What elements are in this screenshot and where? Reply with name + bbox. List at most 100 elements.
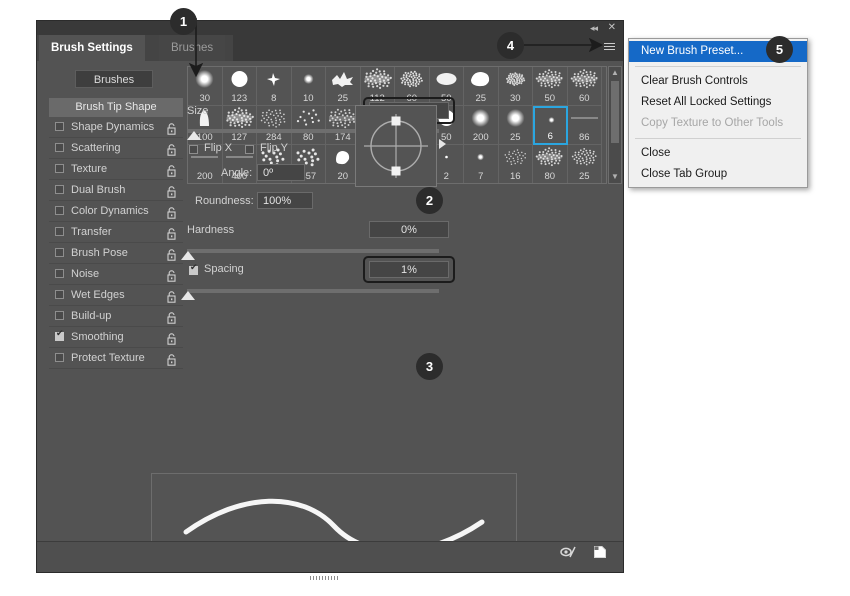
lock-open-icon[interactable] — [167, 331, 177, 345]
chevron-up-icon[interactable]: ▲ — [609, 67, 621, 79]
sidebar-item-brush-tip-shape[interactable]: Brush Tip Shape — [49, 98, 183, 117]
option-label: Smoothing — [71, 331, 124, 343]
brush-preset-cell[interactable]: 86 — [567, 106, 602, 145]
brush-thumbnail-dry-brush-icon — [533, 146, 567, 168]
flip-x-checkbox[interactable] — [189, 145, 198, 154]
menu-item-close-tab-group[interactable]: Close Tab Group — [629, 164, 807, 185]
double-chevron-left-icon[interactable]: ◂◂ — [590, 22, 598, 34]
option-checkbox[interactable] — [55, 269, 64, 278]
roundness-input[interactable]: 100% — [257, 192, 313, 209]
brush-preset-cell[interactable]: 60 — [567, 67, 602, 106]
brushes-button[interactable]: Brushes — [75, 70, 153, 88]
angle-roundness-control[interactable] — [355, 105, 437, 187]
sidebar-item-build-up[interactable]: Build-up — [49, 306, 183, 327]
lock-open-icon[interactable] — [167, 163, 177, 177]
option-checkbox[interactable] — [55, 164, 64, 173]
brush-preset-selected[interactable]: 6 — [533, 106, 568, 145]
option-checkbox[interactable] — [55, 311, 64, 320]
lock-open-icon[interactable] — [167, 121, 177, 135]
lock-open-icon[interactable] — [167, 184, 177, 198]
brush-preset-cell[interactable]: 25 — [498, 106, 533, 145]
callout-badge-1: 1 — [170, 8, 197, 35]
menu-item-close[interactable]: Close — [629, 143, 807, 164]
sidebar-item-color-dynamics[interactable]: Color Dynamics — [49, 201, 183, 222]
brush-thumbnail-grain-round-icon — [499, 68, 533, 90]
option-label: Shape Dynamics — [71, 121, 155, 133]
size-slider-handle[interactable] — [187, 131, 201, 140]
brush-preset-cell[interactable]: 80 — [291, 106, 326, 145]
option-checkbox[interactable] — [55, 328, 64, 341]
panel-title-bar: ◂◂ ✕ — [37, 21, 623, 35]
resize-grip-icon[interactable] — [310, 567, 350, 580]
sidebar-item-transfer[interactable]: Transfer — [49, 222, 183, 243]
brush-preset-cell[interactable]: 25 — [326, 67, 361, 106]
lock-open-icon[interactable] — [167, 289, 177, 303]
brush-preset-cell[interactable]: 30 — [188, 67, 223, 106]
option-checkbox[interactable] — [55, 122, 64, 131]
sidebar-item-wet-edges[interactable]: Wet Edges — [49, 285, 183, 306]
brush-preset-cell[interactable]: 25 — [464, 67, 499, 106]
option-checkbox[interactable] — [55, 353, 64, 362]
sidebar-item-texture[interactable]: Texture — [49, 159, 183, 180]
brush-preset-cell[interactable]: 25 — [568, 145, 602, 183]
menu-item-clear-brush-controls[interactable]: Clear Brush Controls — [629, 71, 807, 92]
flip-y-checkbox[interactable] — [245, 145, 254, 154]
option-checkbox[interactable] — [55, 227, 64, 236]
brush-preset-cell[interactable]: 30 — [498, 67, 533, 106]
sidebar-item-protect-texture[interactable]: Protect Texture — [49, 348, 183, 369]
menu-item-reset-all-locked-settings[interactable]: Reset All Locked Settings — [629, 92, 807, 113]
brush-size-label: 25 — [509, 132, 521, 143]
sidebar-item-scattering[interactable]: Scattering — [49, 138, 183, 159]
close-icon[interactable]: ✕ — [608, 21, 616, 35]
brush-preset-cell[interactable]: 50 — [533, 67, 568, 106]
option-checkbox[interactable] — [55, 143, 64, 152]
lock-open-icon[interactable] — [167, 226, 177, 240]
brush-size-label: 30 — [199, 93, 211, 104]
brush-preset-cell[interactable]: 80 — [533, 145, 568, 183]
screenshot-root: ◂◂ ✕ Brush Settings Brushes Brushes Brus… — [0, 0, 850, 596]
option-checkbox[interactable] — [55, 290, 64, 299]
brush-thumbnail-fine-spray-icon — [499, 146, 533, 168]
spacing-checkbox[interactable] — [189, 262, 198, 275]
angle-input[interactable]: 0º — [257, 164, 305, 181]
brush-preset-cell[interactable]: 200 — [464, 106, 499, 145]
lock-open-icon[interactable] — [167, 310, 177, 324]
sidebar-item-shape-dynamics[interactable]: Shape Dynamics — [49, 117, 183, 138]
scrollbar-thumb[interactable] — [611, 81, 619, 143]
brush-grid-scrollbar[interactable]: ▲ ▼ — [608, 66, 622, 184]
option-checkbox[interactable] — [55, 206, 64, 215]
chevron-down-icon[interactable]: ▼ — [609, 171, 621, 183]
flip-x-label: Flip X — [204, 142, 233, 154]
brush-preset-cell[interactable]: 8 — [257, 67, 292, 106]
lock-open-icon[interactable] — [167, 205, 177, 219]
option-checkbox[interactable] — [55, 248, 64, 257]
brush-preview-toggle-icon[interactable] — [559, 545, 577, 564]
spacing-slider-track[interactable] — [187, 289, 439, 293]
hardness-slider-track[interactable] — [187, 249, 439, 253]
brush-preset-cell[interactable]: 123 — [222, 67, 257, 106]
lock-open-icon[interactable] — [167, 142, 177, 156]
sidebar-item-brush-pose[interactable]: Brush Pose — [49, 243, 183, 264]
brush-preset-cell[interactable]: 16 — [499, 145, 533, 183]
spacing-slider-handle[interactable] — [181, 291, 195, 300]
brush-preset-cell[interactable]: 284 — [257, 106, 292, 145]
lock-open-icon[interactable] — [167, 247, 177, 261]
hardness-input[interactable]: 0% — [369, 221, 449, 238]
lock-open-icon[interactable] — [167, 352, 177, 366]
brush-size-label: 200 — [472, 132, 489, 143]
brush-preset-cell[interactable]: 10 — [291, 67, 326, 106]
tab-brushes[interactable]: Brushes — [159, 35, 226, 61]
brush-preset-cell[interactable]: 127 — [222, 106, 257, 145]
hardness-slider-handle[interactable] — [181, 251, 195, 260]
brush-preset-cell[interactable]: 7 — [464, 145, 499, 183]
lock-open-icon[interactable] — [167, 268, 177, 282]
tab-brush-settings[interactable]: Brush Settings — [39, 35, 145, 61]
option-checkbox[interactable] — [55, 185, 64, 194]
create-new-brush-icon[interactable] — [593, 545, 607, 564]
brush-size-label: 123 — [231, 93, 248, 104]
option-label: Wet Edges — [71, 289, 125, 301]
sidebar-item-smoothing[interactable]: Smoothing — [49, 327, 183, 348]
panel-menu-hamburger-icon[interactable] — [604, 43, 615, 52]
sidebar-item-noise[interactable]: Noise — [49, 264, 183, 285]
sidebar-item-dual-brush[interactable]: Dual Brush — [49, 180, 183, 201]
